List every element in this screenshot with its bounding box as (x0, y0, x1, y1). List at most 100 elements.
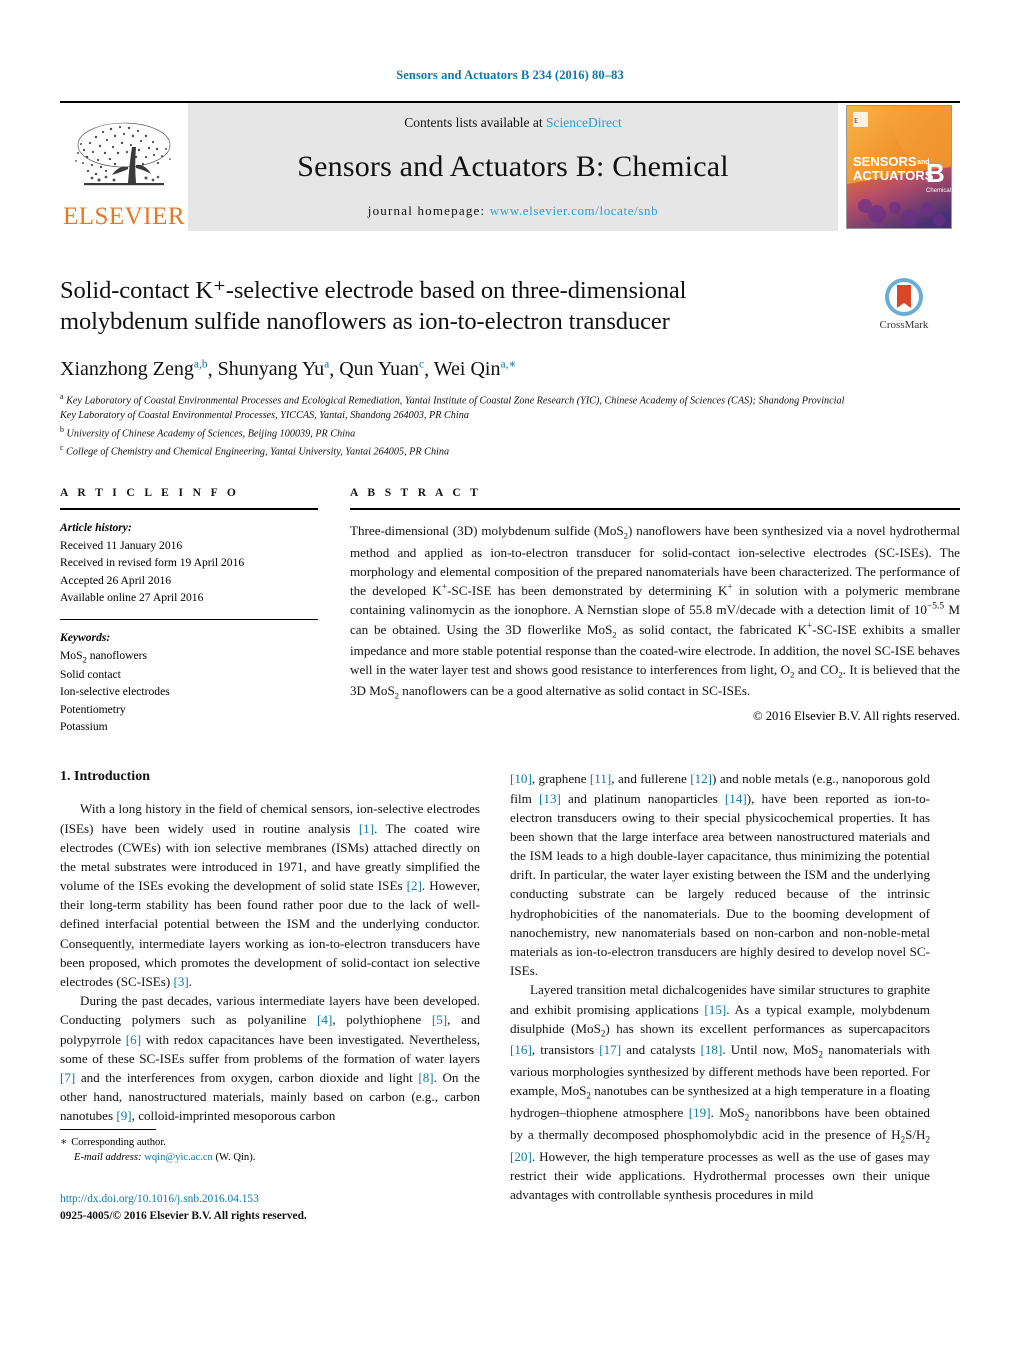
author-affiliation-mark: a,∗ (500, 358, 517, 371)
doi-block: http://dx.doi.org/10.1016/j.snb.2016.04.… (60, 1191, 500, 1225)
citation-link[interactable]: [7] (60, 1070, 75, 1085)
sciencedirect-link[interactable]: ScienceDirect (546, 115, 622, 130)
history-item: Accepted 26 April 2016 (60, 573, 172, 587)
elsevier-tree-icon (75, 122, 171, 186)
citation-link[interactable]: [13] (539, 791, 561, 806)
keyword-item: MoS2 nanoflowers (60, 648, 148, 665)
contents-prefix: Contents lists available at (404, 115, 546, 130)
citation-link[interactable]: [8] (418, 1070, 433, 1085)
corresponding-author-text: Corresponding author. (71, 1136, 166, 1148)
author-entry[interactable]: Qun Yuanc (339, 358, 424, 380)
history-item: Available online 27 April 2016 (60, 591, 204, 605)
keywords-label: Keywords: (60, 631, 111, 645)
svg-text:E: E (854, 117, 858, 125)
citation-link[interactable]: [17] (599, 1042, 621, 1057)
issn-copyright-line: 0925-4005/© 2016 Elsevier B.V. All right… (60, 1210, 307, 1223)
affiliation-mark: c (60, 442, 64, 452)
author-separator: , (424, 358, 434, 381)
journal-homepage-line: journal homepage: www.elsevier.com/locat… (368, 203, 658, 219)
journal-masthead: ELSEVIER Contents lists available at Sci… (60, 101, 960, 231)
contents-list-line: Contents lists available at ScienceDirec… (404, 115, 621, 131)
affiliation-text: Key Laboratory of Coastal Environmental … (60, 395, 845, 422)
author-name: Wei Qin (433, 358, 501, 381)
citation-link[interactable]: [14] (725, 791, 747, 806)
author-entry[interactable]: Shunyang Yua (218, 358, 330, 380)
citation-link[interactable]: [2] (407, 878, 422, 893)
author-name: Shunyang Yu (217, 358, 325, 381)
keywords-group: Keywords: MoS2 nanoflowers Solid contact… (60, 629, 318, 735)
author-affiliation-mark: a,b (193, 358, 208, 371)
article-info-heading: A R T I C L E I N F O (60, 487, 240, 500)
citation-link[interactable]: [6] (126, 1032, 141, 1047)
divider (60, 508, 318, 511)
author-entry[interactable]: Xianzhong Zenga,b (60, 358, 208, 380)
abstract-heading: A B S T R A C T (350, 487, 482, 500)
citation-link[interactable]: [1] (359, 821, 374, 836)
email-label: E-mail address: (74, 1152, 142, 1164)
affiliation-item: a Key Laboratory of Coastal Environmenta… (60, 391, 860, 423)
history-item: Received 11 January 2016 (60, 538, 183, 552)
body-column-right: [10], graphene [11], and fullerene [12])… (510, 769, 930, 1239)
doi-link[interactable]: http://dx.doi.org/10.1016/j.snb.2016.04.… (60, 1191, 500, 1208)
crossmark-badge[interactable]: CrossMark (848, 277, 960, 331)
footnote-divider (60, 1128, 156, 1130)
homepage-prefix: journal homepage: (367, 203, 490, 218)
elsevier-logo: ELSEVIER (60, 103, 188, 231)
cover-art-icon: E SENSORS and ACTUATORS B Chemical (847, 106, 951, 228)
citation-link[interactable]: [20] (510, 1149, 532, 1164)
affiliation-mark: b (60, 424, 64, 434)
article-history-label: Article history: (60, 521, 132, 535)
article-history-group: Article history: Received 11 January 201… (60, 519, 318, 606)
author-name: Qun Yuan (339, 358, 419, 381)
keyword-item: Ion-selective electrodes (60, 685, 170, 699)
svg-text:ACTUATORS: ACTUATORS (853, 168, 934, 183)
citation-link[interactable]: [4] (317, 1012, 332, 1027)
article-page: Sensors and Actuators B 234 (2016) 80–83 (0, 0, 1020, 1351)
copyright-line: © 2016 Elsevier B.V. All rights reserved… (753, 709, 960, 724)
svg-text:SENSORS: SENSORS (853, 154, 917, 169)
abstract-text: Three-dimensional (3D) molybdenum sulfid… (350, 523, 961, 701)
citation-link[interactable]: [11] (590, 771, 611, 786)
page-title: Solid-contact K⁺-selective electrode bas… (60, 275, 850, 338)
affiliation-item: b University of Chinese Academy of Scien… (60, 424, 860, 442)
affiliation-mark: a (60, 392, 64, 402)
article-title-line-1: Solid-contact K⁺-selective electrode bas… (60, 277, 687, 304)
info-abstract-section: A R T I C L E I N F O Article history: R… (60, 487, 960, 735)
keyword-item: Potassium (60, 720, 108, 734)
citation-link[interactable]: [5] (432, 1012, 447, 1027)
author-entry[interactable]: Wei Qina,∗ (434, 358, 517, 380)
citation-link[interactable]: [3] (173, 974, 188, 989)
affiliation-text: University of Chinese Academy of Science… (66, 428, 356, 440)
svg-text:Chemical: Chemical (926, 188, 951, 194)
footnote-star: ∗ (60, 1136, 68, 1148)
journal-cover-thumbnail: E SENSORS and ACTUATORS B Chemical (846, 105, 952, 229)
citation-link[interactable]: [10] (510, 771, 532, 786)
paragraph: With a long history in the field of chem… (60, 801, 480, 989)
body-columns: 1. Introduction With a long history in t… (60, 769, 960, 1239)
citation-link[interactable]: [9] (116, 1108, 131, 1123)
email-link[interactable]: wqin@yic.ac.cn (144, 1152, 213, 1163)
author-separator: , (329, 358, 340, 381)
journal-title: Sensors and Actuators B: Chemical (297, 150, 729, 183)
affiliation-item: c College of Chemistry and Chemical Engi… (60, 442, 860, 460)
article-title-line-2: molybdenum sulfide nanoflowers as ion-to… (60, 308, 670, 336)
footnote-block: ∗ Corresponding author. E-mail address: w… (60, 1128, 480, 1166)
svg-text:B: B (926, 158, 945, 188)
citation-link[interactable]: [15] (704, 1002, 726, 1017)
citation-link[interactable]: [16] (510, 1042, 532, 1057)
journal-homepage-link[interactable]: www.elsevier.com/locate/snb (490, 203, 658, 218)
running-head: Sensors and Actuators B 234 (2016) 80–83 (396, 68, 624, 82)
author-separator: , (207, 358, 218, 381)
body-column-left: 1. Introduction With a long history in t… (60, 769, 480, 1239)
citation-link[interactable]: [19] (689, 1105, 711, 1120)
citation-link[interactable]: [18] (701, 1042, 723, 1057)
paragraph: During the past decades, various interme… (60, 993, 480, 1124)
journal-cover-container: E SENSORS and ACTUATORS B Chemical (838, 103, 960, 231)
citation-link[interactable]: [12] (690, 771, 712, 786)
crossmark-icon (885, 278, 923, 316)
history-item: Received in revised form 19 April 2016 (60, 556, 245, 570)
keyword-item: Solid contact (60, 667, 121, 681)
author-list: Xianzhong Zenga,b, Shunyang Yua, Qun Yua… (60, 357, 960, 382)
author-name: Xianzhong Zeng (60, 358, 194, 381)
elsevier-wordmark: ELSEVIER (62, 203, 186, 230)
